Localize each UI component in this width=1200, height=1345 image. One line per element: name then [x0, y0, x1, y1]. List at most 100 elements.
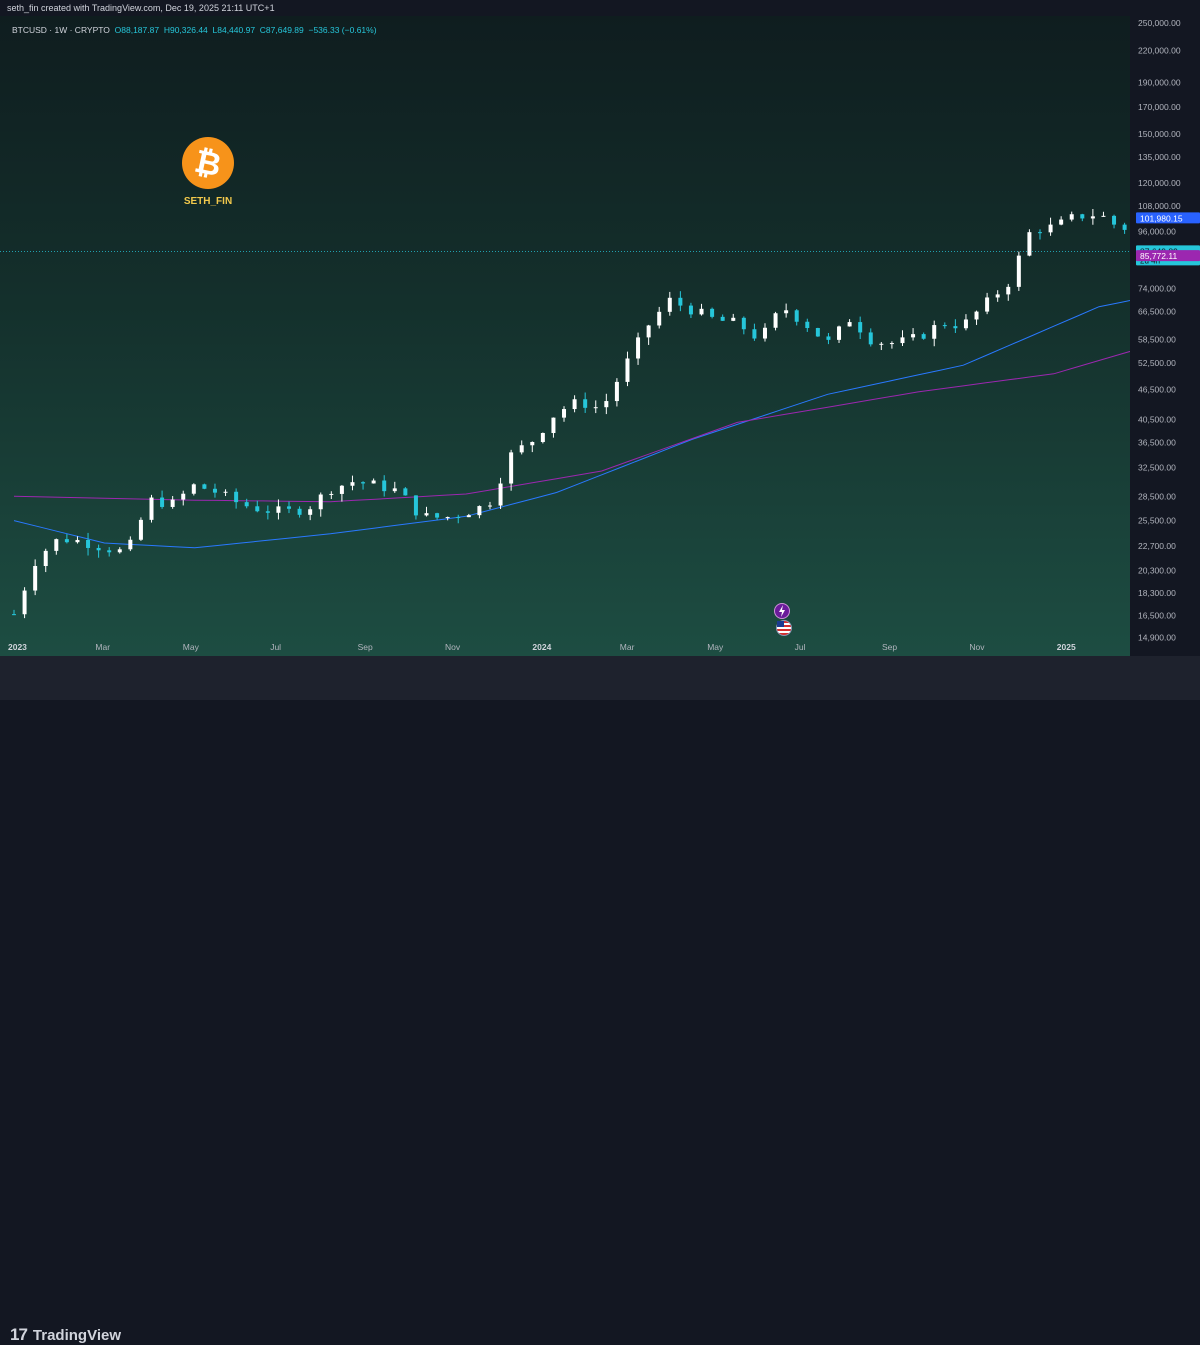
candle — [170, 496, 175, 509]
candle — [710, 307, 715, 319]
candle — [1122, 222, 1127, 234]
candle — [149, 494, 154, 523]
candle — [33, 559, 38, 596]
price-tick-label: 18,300.00 — [1138, 588, 1176, 598]
price-plot[interactable] — [0, 16, 1130, 656]
candle — [773, 311, 778, 331]
candle — [403, 487, 408, 496]
price-label-text: 101,980.15 — [1140, 213, 1183, 223]
candle — [75, 536, 80, 544]
candle — [64, 534, 69, 544]
candle — [540, 432, 545, 444]
candle — [456, 514, 461, 524]
candle — [593, 400, 598, 414]
candle — [96, 544, 101, 558]
candle — [551, 417, 556, 438]
candle — [202, 483, 207, 490]
candle — [435, 512, 440, 520]
candle — [752, 323, 757, 341]
candle — [762, 323, 767, 342]
price-tick-label: 250,000.00 — [1138, 18, 1181, 28]
candle — [392, 481, 397, 493]
candle — [487, 501, 492, 510]
candle — [963, 314, 968, 331]
candle — [868, 328, 873, 347]
candle — [509, 449, 514, 491]
price-tick-label: 40,500.00 — [1138, 415, 1176, 425]
price-tick-label: 190,000.00 — [1138, 78, 1181, 88]
candle — [932, 320, 937, 347]
time-tick-label: Mar — [620, 642, 635, 652]
candle — [265, 505, 270, 520]
candle — [815, 327, 820, 337]
price-tick-label: 58,500.00 — [1138, 335, 1176, 345]
price-tick-label: 220,000.00 — [1138, 46, 1181, 56]
price-tick-label: 36,500.00 — [1138, 437, 1176, 447]
candle — [604, 393, 609, 415]
candle — [276, 499, 281, 520]
candle — [43, 548, 48, 573]
candle — [1069, 211, 1074, 222]
candle — [879, 342, 884, 351]
price-tick-label: 135,000.00 — [1138, 152, 1181, 162]
legend-symbol: BTCUSD · 1W · CRYPTO — [12, 25, 110, 35]
candle — [1037, 229, 1042, 240]
candle — [614, 378, 619, 407]
candle — [1027, 229, 1032, 257]
price-scale[interactable]: 250,000.00 220,000.00 190,000.00 170,000.00… — [1130, 16, 1200, 656]
price-tick-label: 120,000.00 — [1138, 178, 1181, 188]
symbol-legend: BTCUSD · 1W · CRYPTO O88,187.87 H90,326.… — [12, 25, 377, 35]
price-label: 85,772.11 — [1136, 250, 1200, 262]
candle — [117, 547, 122, 554]
bolt-event-icon[interactable] — [774, 603, 790, 619]
candle — [424, 506, 429, 517]
candle — [942, 322, 947, 329]
candle — [466, 513, 471, 518]
tradingview-brand: TradingView — [32, 1326, 122, 1344]
tradingview-logo[interactable]: 17 TradingView — [10, 1325, 121, 1345]
candle — [741, 316, 746, 335]
candle — [911, 328, 916, 341]
legend-open: O88,187.87 — [114, 25, 160, 35]
legend-close: C87,649.89 — [259, 25, 304, 35]
candle — [1080, 213, 1085, 222]
us-flag-event-icon[interactable] — [776, 620, 792, 636]
time-tick-label: Mar — [95, 642, 110, 652]
time-tick-label: 2024 — [532, 642, 551, 652]
candle — [308, 506, 313, 521]
candle — [181, 490, 186, 506]
price-tick-label: 25,500.00 — [1138, 516, 1176, 526]
time-scale[interactable]: 2023 Mar May Jul Sep Nov 2024 Mar May Jul Sep Nov 20… — [0, 638, 1130, 656]
time-tick-label: Nov — [445, 642, 461, 652]
price-tick-label: 96,000.00 — [1138, 227, 1176, 237]
candle — [1112, 214, 1117, 229]
bitcoin-icon: ₿ — [182, 137, 234, 189]
candle — [678, 291, 683, 312]
candle — [128, 536, 133, 552]
candle — [339, 485, 344, 502]
candle — [646, 324, 651, 345]
price-tick-label: 74,000.00 — [1138, 283, 1176, 293]
time-tick-label: Jul — [795, 642, 806, 652]
candle — [1048, 217, 1053, 236]
candle — [858, 316, 863, 340]
candle — [837, 325, 842, 343]
candle — [953, 319, 958, 334]
chart-area[interactable] — [0, 16, 1130, 656]
price-label: 101,980.15 — [1136, 212, 1200, 224]
top-bar: seth_fin created with TradingView.com, D… — [0, 0, 1200, 16]
candle — [720, 314, 725, 322]
price-tick-label: 20,300.00 — [1138, 565, 1176, 575]
candle — [382, 475, 387, 497]
candle — [244, 498, 249, 509]
brand-label: SETH_FIN — [183, 196, 233, 207]
candle — [657, 306, 662, 329]
price-tick-label: 14,900.00 — [1138, 633, 1176, 643]
candle — [350, 475, 355, 491]
candle — [826, 332, 831, 345]
candle — [54, 538, 59, 555]
candle — [572, 395, 577, 413]
price-tick-label: 150,000.00 — [1138, 129, 1181, 139]
candle — [1006, 283, 1011, 301]
candle — [995, 290, 1000, 302]
